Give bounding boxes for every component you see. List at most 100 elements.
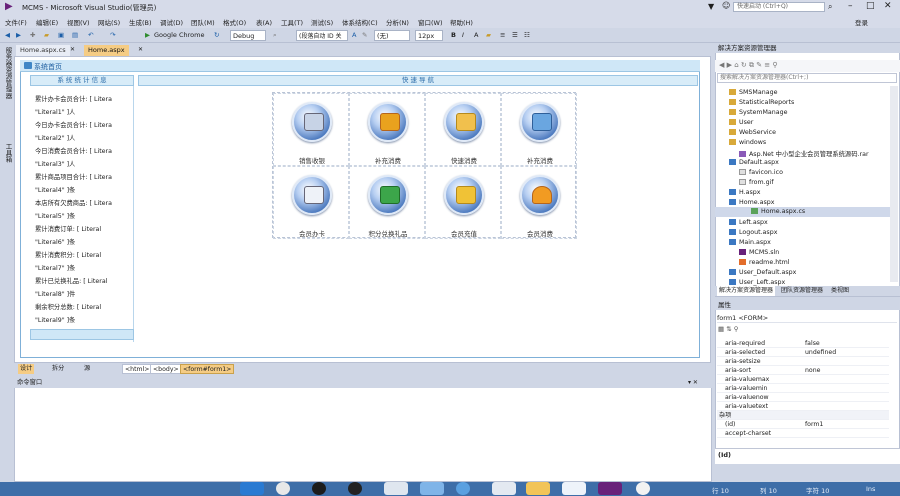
nav-supplement-consume-2[interactable]: 补充消费	[501, 93, 577, 166]
close-tab-icon[interactable]: ✕	[70, 46, 75, 53]
menu-format[interactable]: 格式(O)	[223, 17, 246, 27]
tree-item[interactable]: Left.aspx	[729, 219, 768, 226]
nav-member-card[interactable]: 会员办卡	[273, 166, 349, 239]
pin-icon[interactable]: ▾ ✕	[688, 379, 698, 386]
back-icon[interactable]: ◀	[5, 30, 10, 41]
tab-team-explorer[interactable]: 团队资源管理器	[779, 286, 825, 296]
tag-crumb-form[interactable]: <form#form1>	[180, 364, 235, 374]
configuration-select[interactable]: Debug	[230, 30, 266, 41]
nav-sales-checkout[interactable]: 销售收银	[273, 93, 349, 166]
qq-icon[interactable]	[312, 482, 326, 495]
tree-item[interactable]: SMSManage	[729, 89, 777, 96]
block-format-select[interactable]: (段落自动 ID 关	[296, 30, 348, 41]
numbered-list-icon[interactable]: ☷	[524, 30, 530, 41]
menu-analyze[interactable]: 分析(N)	[386, 17, 409, 27]
nav-member-recharge[interactable]: 会员充值	[425, 166, 501, 239]
feedback-icon[interactable]: ☺	[722, 1, 730, 10]
property-row[interactable]: aria-valuemin	[717, 384, 889, 393]
nav-member-consume[interactable]: 会员消费	[501, 166, 577, 239]
menu-team[interactable]: 团队(M)	[191, 17, 215, 27]
visual-studio-icon[interactable]	[598, 482, 622, 495]
start-debug-icon[interactable]: ▶	[145, 30, 150, 41]
property-row[interactable]: (id) form1	[717, 420, 889, 429]
tree-item[interactable]: MCMS.sln	[739, 249, 779, 256]
quick-launch-input[interactable]: 快速启动 (Ctrl+Q)	[733, 2, 825, 12]
solution-search-input[interactable]: 搜索解决方案资源管理器(Ctrl+;)	[717, 73, 897, 83]
nav-points-exchange[interactable]: 积分兑换礼品	[349, 166, 425, 239]
tree-item[interactable]: StatisticalReports	[729, 99, 794, 106]
open-folder-icon[interactable]: ▰	[44, 30, 49, 41]
tree-item[interactable]: favicon.ico	[739, 169, 783, 176]
property-row[interactable]: aria-valuemax	[717, 375, 889, 384]
property-row[interactable]: aria-setsize	[717, 357, 889, 366]
menu-window[interactable]: 窗口(W)	[418, 17, 443, 27]
tree-item[interactable]: User_Default.aspx	[729, 269, 796, 276]
bold-icon[interactable]: B	[451, 30, 456, 41]
undo-icon[interactable]: ↶	[88, 30, 93, 41]
server-explorer-tab[interactable]: 服务器资源管理器	[3, 47, 13, 99]
tree-scrollbar[interactable]	[890, 86, 898, 282]
tree-item[interactable]: SystemManage	[729, 109, 788, 116]
clock-icon[interactable]	[636, 482, 650, 495]
source-view-button[interactable]: 源	[82, 364, 92, 374]
redo-icon[interactable]: ↷	[110, 30, 115, 41]
tree-item[interactable]: Asp.Net 中小型企业会员管理系统源码.rar	[739, 149, 869, 158]
pin-tab-icon[interactable]: ✕	[138, 46, 143, 53]
tree-item[interactable]: readme.html	[739, 259, 790, 266]
menu-view[interactable]: 视图(V)	[67, 17, 90, 27]
folder-icon[interactable]	[526, 482, 550, 495]
new-project-icon[interactable]: ✚	[30, 30, 35, 41]
tree-item[interactable]: User_Left.aspx	[729, 279, 785, 286]
sign-in-link[interactable]: 登录	[855, 17, 868, 27]
toolbox-tab[interactable]: 工具箱	[3, 143, 13, 163]
tree-item[interactable]: Default.aspx	[729, 159, 779, 166]
categorized-icon[interactable]: ▦ ⇅ ⚲	[718, 325, 738, 333]
save-all-icon[interactable]: ▤	[72, 30, 78, 41]
property-category[interactable]: 杂项	[717, 411, 889, 420]
save-icon[interactable]: ▣	[58, 30, 64, 41]
tree-item-selected[interactable]: Home.aspx.cs	[715, 207, 890, 217]
tree-item[interactable]: Home.aspx	[729, 199, 774, 206]
tab-solution-explorer[interactable]: 解决方案资源管理器	[717, 286, 776, 296]
refresh-icon[interactable]: ↻	[214, 30, 219, 41]
menu-website[interactable]: 网站(S)	[98, 17, 120, 27]
tag-crumb-body[interactable]: <body>	[150, 364, 182, 374]
menu-help[interactable]: 帮助(H)	[450, 17, 473, 27]
find-icon[interactable]: ⌕	[273, 30, 277, 41]
font-color-icon[interactable]: A	[474, 30, 478, 41]
tree-item[interactable]: WebService	[729, 129, 776, 136]
browser-icon[interactable]	[456, 482, 470, 495]
menu-table[interactable]: 表(A)	[256, 17, 272, 27]
minimize-icon[interactable]: –	[848, 1, 853, 11]
nav-quick-consume[interactable]: 快速消费	[425, 93, 501, 166]
explorer-icon[interactable]	[384, 482, 408, 495]
nav-supplement-consume[interactable]: 补充消费	[349, 93, 425, 166]
window-icon[interactable]	[420, 482, 444, 495]
bullet-list-icon[interactable]: ☰	[512, 30, 518, 41]
close-icon[interactable]: ✕	[884, 1, 892, 11]
property-row[interactable]: accept-charset	[717, 429, 889, 438]
manage-styles-icon[interactable]: ✎	[362, 30, 367, 41]
tree-item[interactable]: Main.aspx	[729, 239, 771, 246]
property-row[interactable]: aria-valuenow	[717, 393, 889, 402]
search-app-icon[interactable]	[562, 482, 586, 495]
chrome-icon[interactable]	[276, 482, 290, 495]
tab-home-aspx-cs[interactable]: Home.aspx.cs	[16, 45, 70, 56]
menu-file[interactable]: 文件(F)	[5, 17, 27, 27]
design-view-button[interactable]: 设计	[18, 364, 35, 374]
penguin-icon[interactable]	[348, 482, 362, 495]
maximize-icon[interactable]: □	[866, 1, 875, 11]
forward-icon[interactable]: ▶	[16, 30, 21, 41]
font-family-select[interactable]: (无)	[374, 30, 410, 41]
tag-crumb-html[interactable]: <html>	[122, 364, 153, 374]
tab-home-aspx[interactable]: Home.aspx	[84, 45, 129, 56]
notification-flag-icon[interactable]: ▼	[708, 2, 714, 11]
property-row[interactable]: aria-required false	[717, 339, 889, 348]
menu-test[interactable]: 测试(S)	[311, 17, 333, 27]
menu-architecture[interactable]: 体系结构(C)	[342, 17, 378, 27]
property-row[interactable]: aria-selected undefined	[717, 348, 889, 357]
split-view-button[interactable]: 拆分	[50, 364, 66, 374]
back-icon[interactable]: ◀ ▶ ⌂ ↻ ⧉ ✎ ≡ ⚲	[719, 61, 778, 70]
tree-item[interactable]: User	[729, 119, 753, 126]
font-size-select[interactable]: 12px	[415, 30, 443, 41]
